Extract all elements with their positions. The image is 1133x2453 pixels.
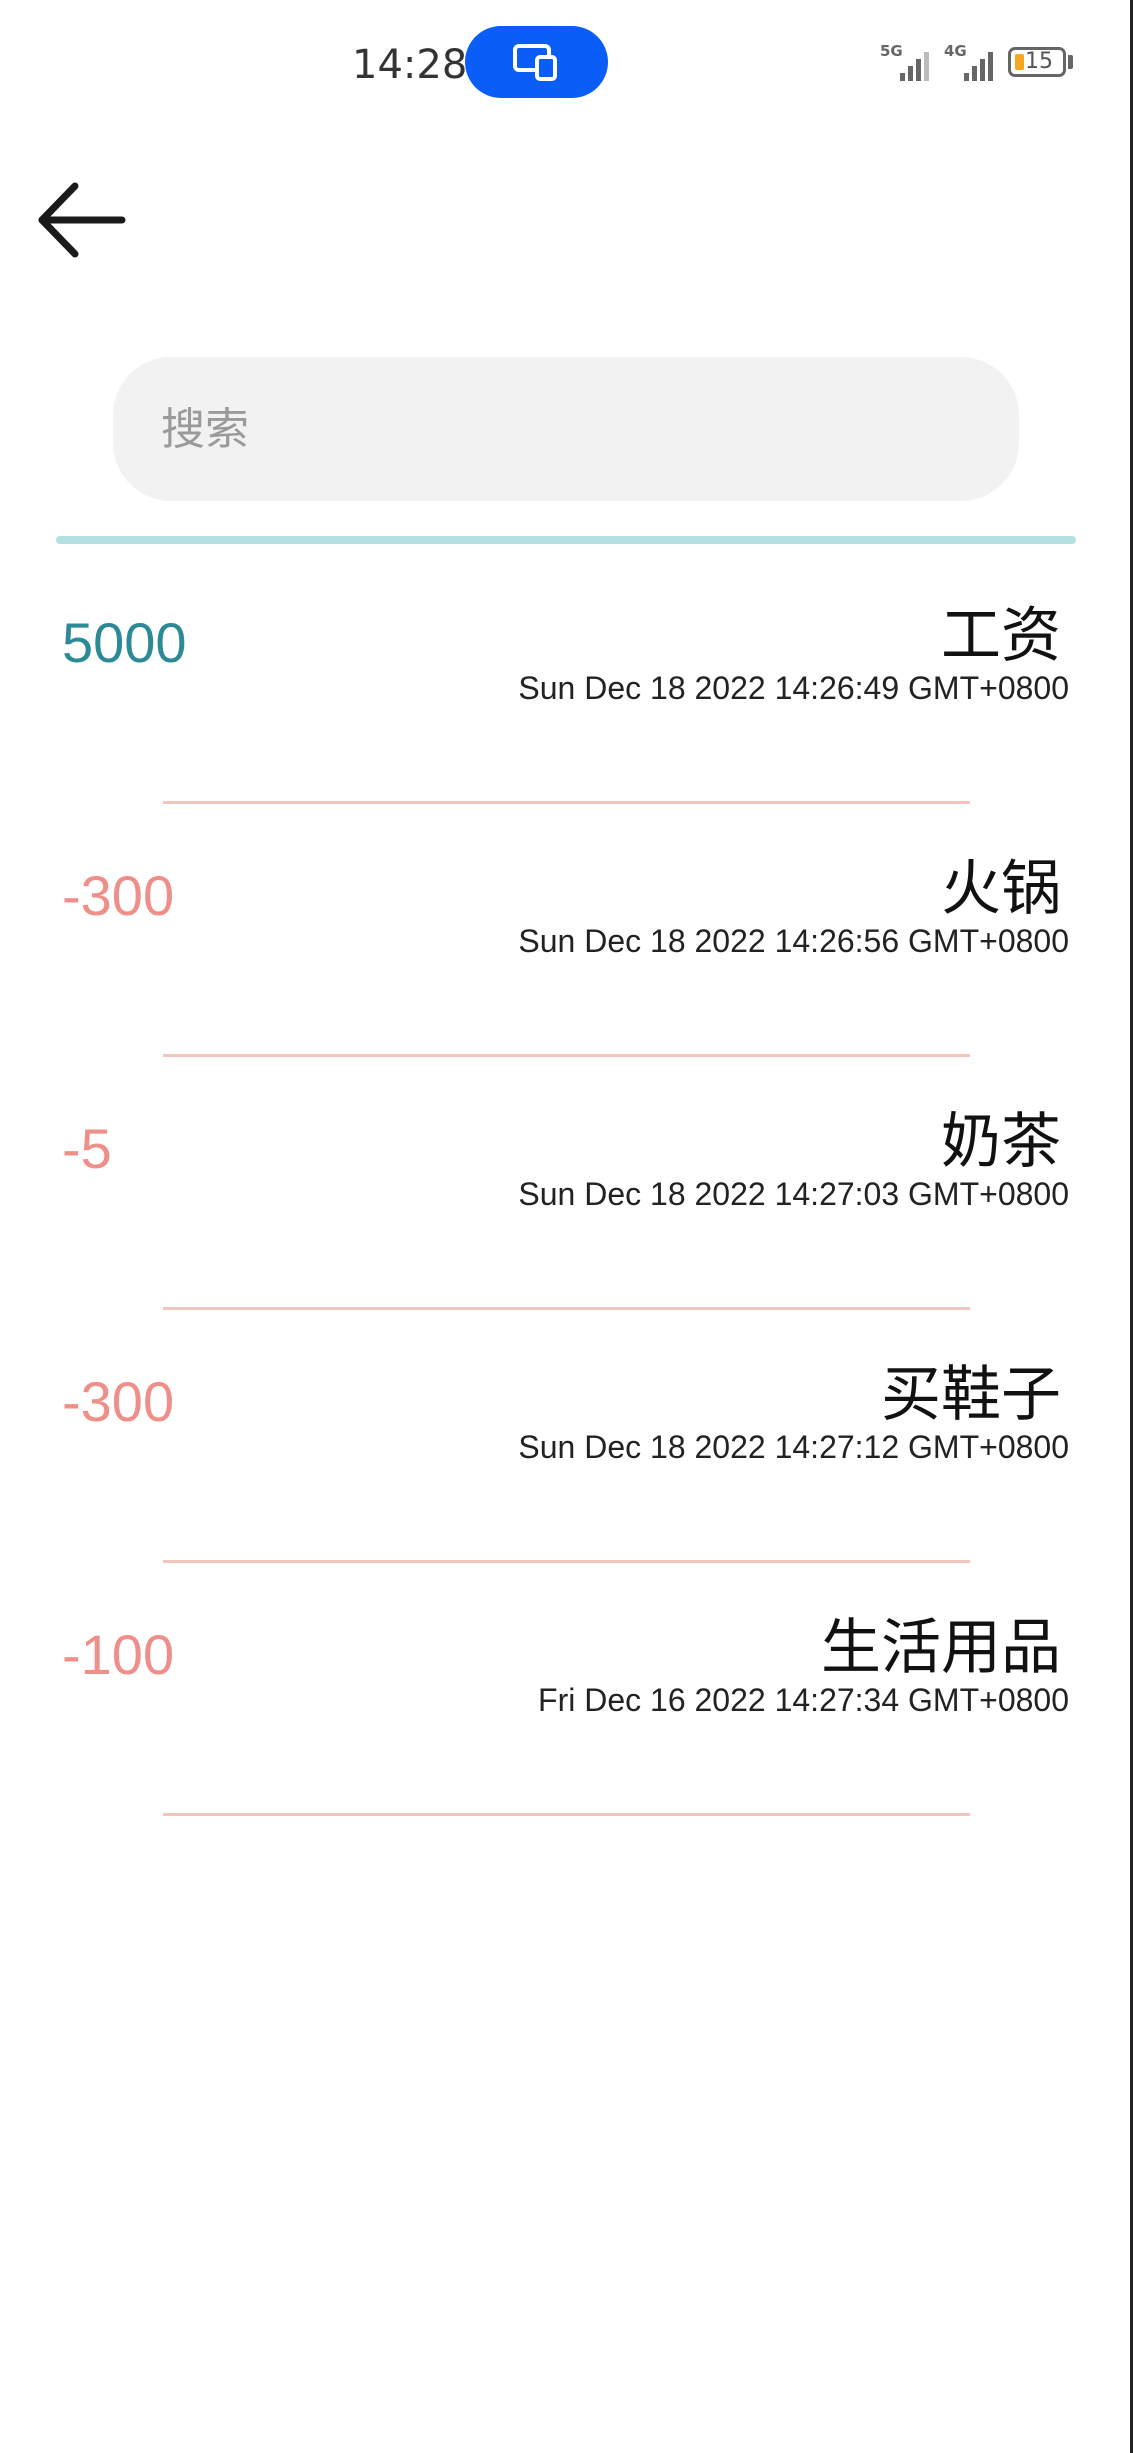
screen-cast-icon <box>513 44 557 81</box>
search-input[interactable] <box>161 357 981 501</box>
record-date: Sun Dec 18 2022 14:26:49 GMT+0800 <box>518 670 1069 706</box>
record-amount: -300 <box>62 864 175 927</box>
signal-5g-icon: 5G <box>880 43 936 81</box>
record-amount: -100 <box>62 1623 175 1686</box>
divider <box>163 801 970 804</box>
back-arrow-icon <box>38 182 126 258</box>
list-item[interactable]: -300 买鞋子 Sun Dec 18 2022 14:27:12 GMT+08… <box>0 1319 1133 1572</box>
signal-bars <box>900 43 934 81</box>
status-bar: 14:28 5G 4G 15 <box>0 0 1133 125</box>
battery-tip <box>1068 55 1073 69</box>
list-item[interactable]: -5 奶茶 Sun Dec 18 2022 14:27:03 GMT+0800 <box>0 1066 1133 1319</box>
record-category: 生活用品 <box>821 1613 1061 1683</box>
battery-icon: 15 <box>1008 47 1066 77</box>
list-item[interactable]: 5000 工资 Sun Dec 18 2022 14:26:49 GMT+080… <box>0 560 1133 813</box>
record-category: 买鞋子 <box>881 1360 1061 1430</box>
search-box[interactable] <box>113 357 1019 501</box>
list-item[interactable]: -100 生活用品 Fri Dec 16 2022 14:27:34 GMT+0… <box>0 1572 1133 1825</box>
record-date: Sun Dec 18 2022 14:27:12 GMT+0800 <box>518 1429 1069 1465</box>
record-list: 5000 工资 Sun Dec 18 2022 14:26:49 GMT+080… <box>0 560 1133 1825</box>
divider <box>163 1560 970 1563</box>
record-category: 奶茶 <box>941 1107 1061 1177</box>
back-button[interactable] <box>30 170 130 270</box>
screen-cast-indicator[interactable] <box>465 26 608 98</box>
status-time: 14:28 <box>352 42 468 88</box>
record-amount: -5 <box>62 1117 112 1180</box>
record-date: Sun Dec 18 2022 14:27:03 GMT+0800 <box>518 1176 1069 1212</box>
record-date: Sun Dec 18 2022 14:26:56 GMT+0800 <box>518 923 1069 959</box>
signal-4g-icon: 4G <box>944 43 1000 81</box>
record-category: 火锅 <box>941 854 1061 924</box>
battery-fill <box>1015 54 1024 70</box>
record-amount: -300 <box>62 1370 175 1433</box>
record-date: Fri Dec 16 2022 14:27:34 GMT+0800 <box>538 1682 1069 1718</box>
divider <box>163 1054 970 1057</box>
battery-level: 15 <box>1025 49 1053 74</box>
search-underline <box>56 536 1076 544</box>
record-category: 工资 <box>941 601 1061 671</box>
signal-bars <box>964 43 998 81</box>
record-amount: 5000 <box>62 611 187 674</box>
divider <box>163 1813 970 1816</box>
divider <box>163 1307 970 1310</box>
list-item[interactable]: -300 火锅 Sun Dec 18 2022 14:26:56 GMT+080… <box>0 813 1133 1066</box>
